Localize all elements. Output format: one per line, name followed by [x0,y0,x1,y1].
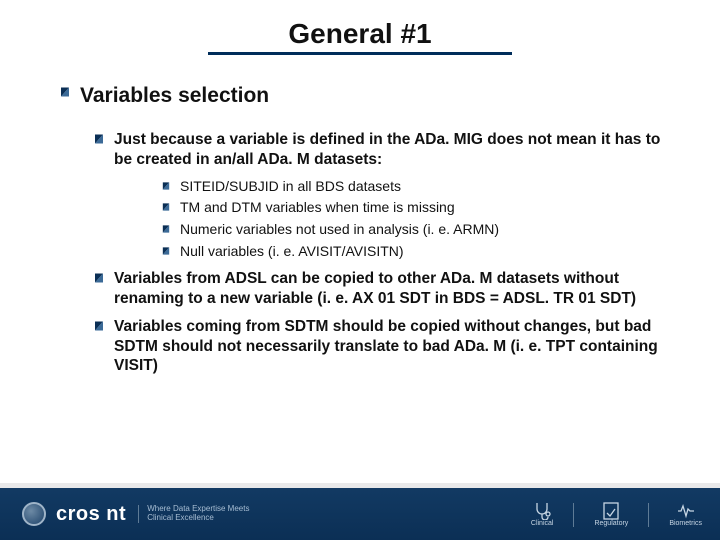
biometrics-icon [676,502,696,520]
category-label: Clinical [531,520,554,527]
divider [573,503,574,527]
brand-name: cros nt [56,503,126,526]
category-label: Regulatory [594,520,628,527]
list-item: Variables from ADSL can be copied to oth… [94,269,676,309]
list-item: Null variables (i. e. AVISIT/AVISITN) [162,243,676,261]
bullet-icon [162,225,170,233]
list-item: Just because a variable is defined in th… [94,130,676,170]
bullet-icon [162,182,170,190]
brand: cros nt Where Data Expertise Meets Clini… [22,502,249,526]
section-heading-row: Variables selection [60,83,676,122]
bullet-icon [162,247,170,255]
list-item-text: Just because a variable is defined in th… [114,130,676,170]
category-label: Biometrics [669,520,702,527]
list-item: TM and DTM variables when time is missin… [162,199,676,217]
bullet-icon [94,321,104,331]
content-area: Variables selection Just because a varia… [0,55,720,376]
list-item: Variables coming from SDTM should be cop… [94,317,676,376]
footer-categories: Clinical Regulatory Biometrics [531,502,702,527]
list-item-text: Null variables (i. e. AVISIT/AVISITN) [180,243,404,261]
list-item-text: Variables coming from SDTM should be cop… [114,317,676,376]
clinical-icon [532,502,552,520]
list-item: Numeric variables not used in analysis (… [162,221,676,239]
list-item-text: TM and DTM variables when time is missin… [180,199,455,217]
category-clinical: Clinical [531,502,554,527]
bullet-icon [94,273,104,283]
logo-icon [22,502,46,526]
divider [648,503,649,527]
page-title: General #1 [208,18,511,55]
bullet-icon [94,134,104,144]
tagline-line: Clinical Excellence [147,514,249,523]
list-item-text: SITEID/SUBJID in all BDS datasets [180,178,401,196]
bullet-icon [60,87,70,97]
list-item-text: Variables from ADSL can be copied to oth… [114,269,676,309]
list-item: SITEID/SUBJID in all BDS datasets [162,178,676,196]
regulatory-icon [601,502,621,520]
footer-bar: cros nt Where Data Expertise Meets Clini… [0,488,720,540]
list-item-text: Numeric variables not used in analysis (… [180,221,499,239]
section-heading: Variables selection [80,83,269,110]
category-biometrics: Biometrics [669,502,702,527]
bullet-icon [162,203,170,211]
title-bar: General #1 [0,0,720,55]
brand-tagline: Where Data Expertise Meets Clinical Exce… [138,505,249,523]
category-regulatory: Regulatory [594,502,628,527]
